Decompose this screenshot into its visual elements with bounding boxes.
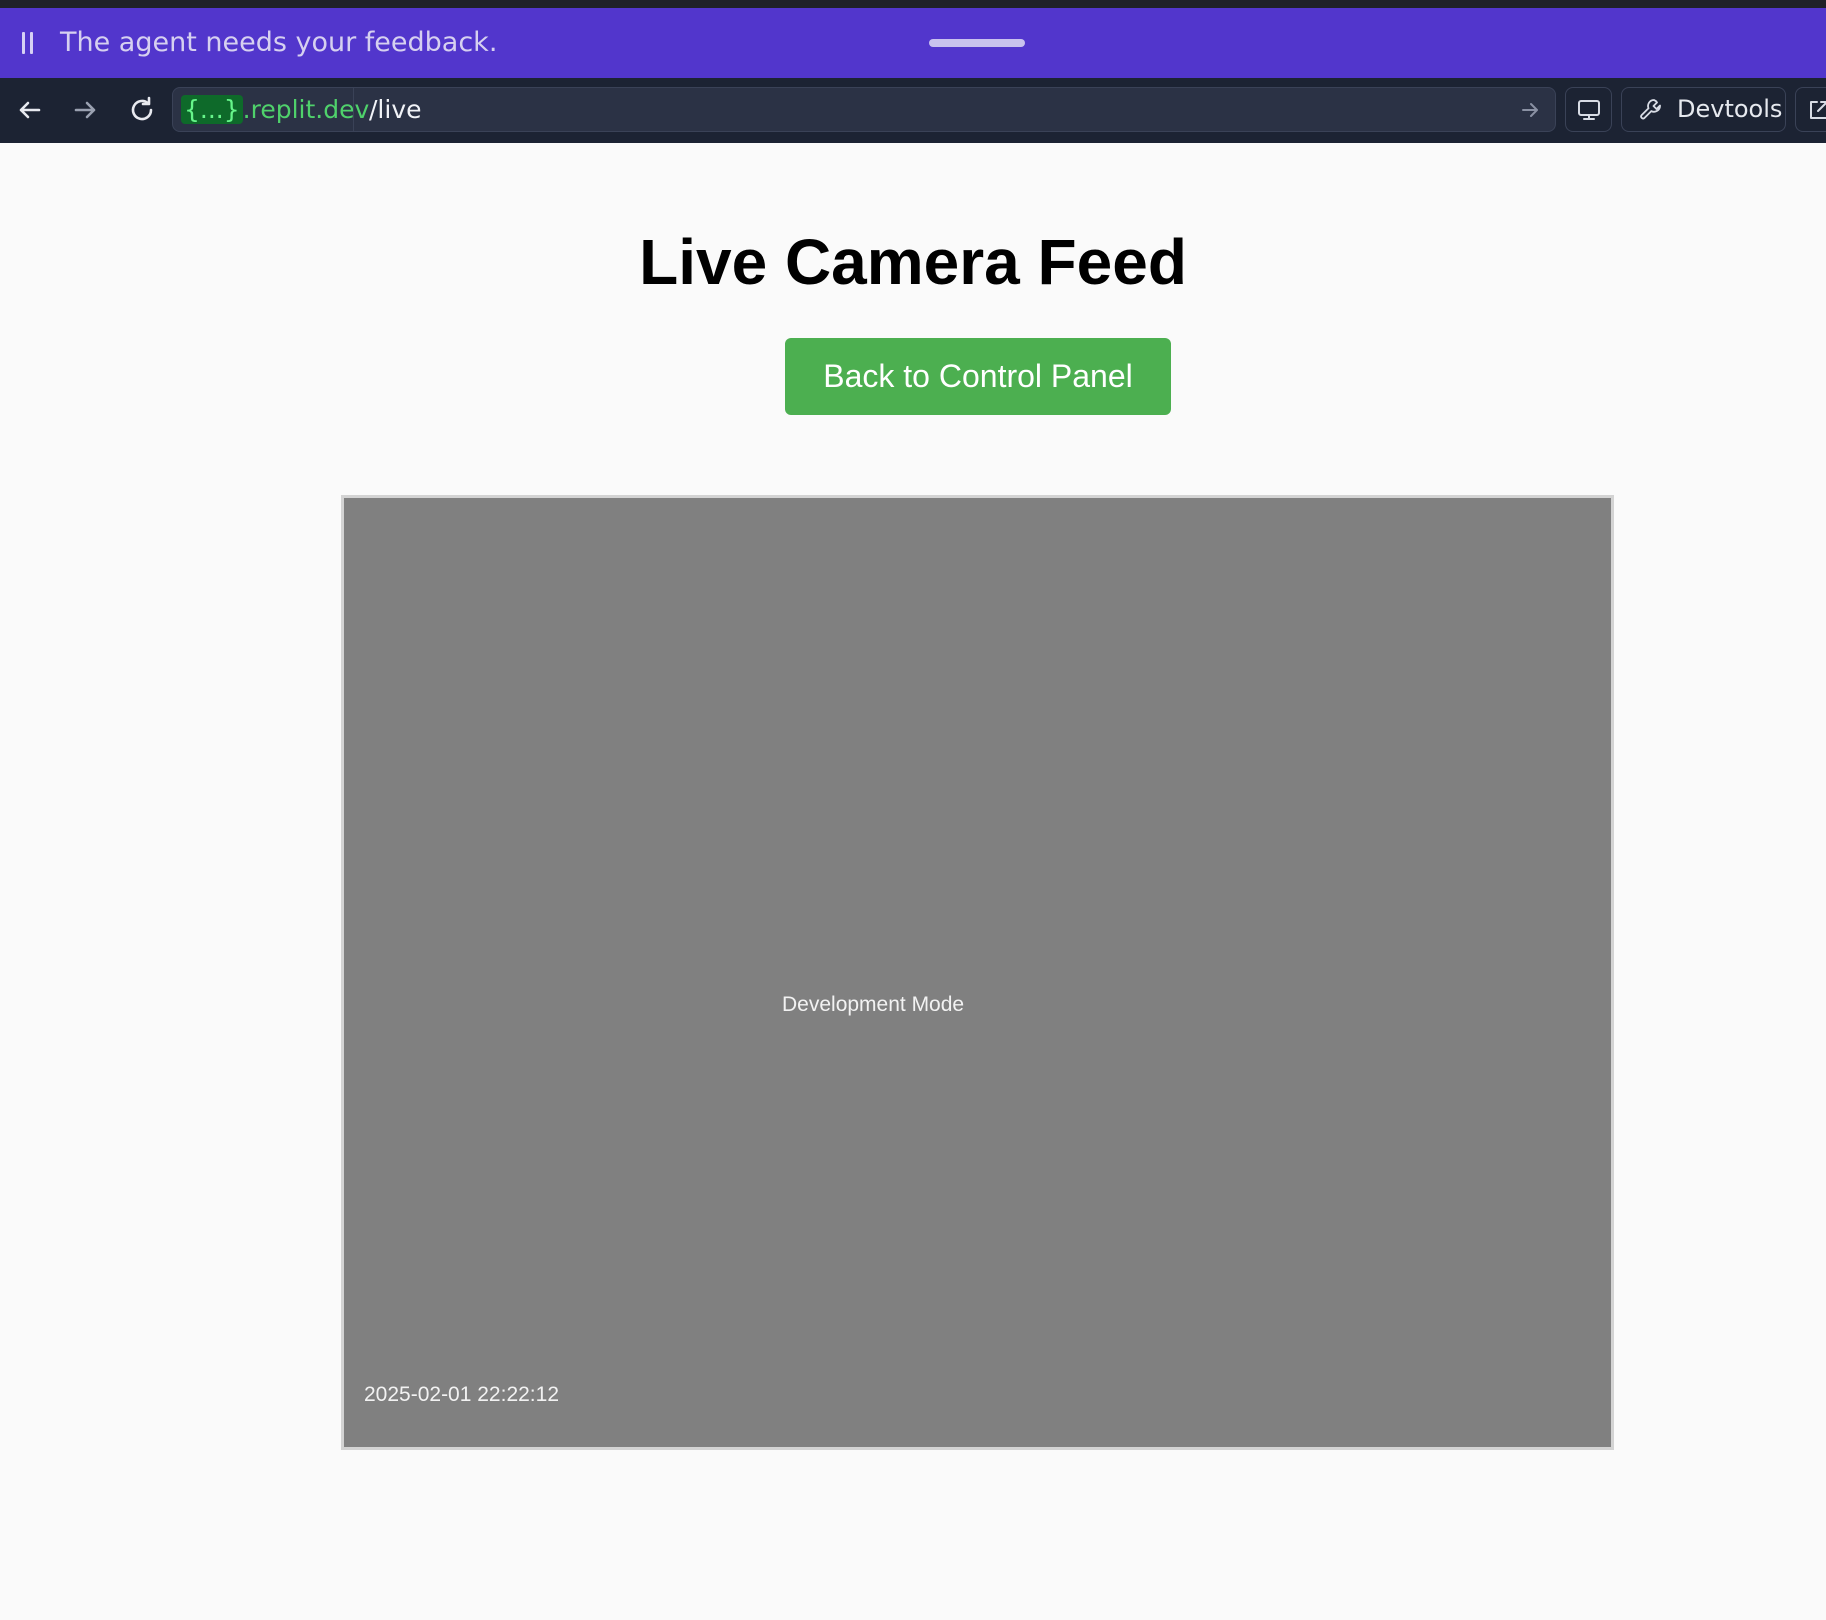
url-domain-prefix: {...}	[181, 95, 243, 124]
feed-mode-text: Development Mode	[782, 993, 965, 1016]
url-domain: {...} .replit.dev	[181, 93, 369, 126]
devtools-label: Devtools	[1677, 95, 1783, 123]
back-arrow-icon[interactable]	[12, 92, 48, 128]
back-to-control-panel-button[interactable]: Back to Control Panel	[785, 338, 1171, 415]
monitor-button[interactable]	[1565, 87, 1612, 132]
feed-timestamp: 2025-02-01 22:22:12	[364, 1383, 559, 1406]
page-title: Live Camera Feed	[639, 226, 1187, 298]
pause-icon[interactable]	[20, 32, 36, 54]
window-top-edge	[0, 0, 1826, 8]
url-separator	[353, 88, 354, 131]
wrench-icon	[1640, 99, 1661, 120]
url-bar[interactable]: {...} .replit.dev /live	[172, 87, 1556, 132]
open-external-button[interactable]	[1795, 87, 1826, 132]
url-domain-suffix: .replit.dev	[242, 95, 370, 124]
go-arrow-icon[interactable]	[1517, 97, 1543, 123]
devtools-button[interactable]: Devtools	[1621, 87, 1786, 132]
browser-toolbar: {...} .replit.dev /live Devtools	[0, 78, 1826, 143]
camera-feed: Development Mode 2025-02-01 22:22:12	[341, 495, 1614, 1450]
open-external-icon	[1810, 101, 1826, 119]
agent-feedback-bar: The agent needs your feedback.	[0, 8, 1826, 78]
url-path[interactable]: /live	[369, 93, 422, 126]
monitor-icon	[1578, 100, 1600, 120]
reload-icon[interactable]	[124, 92, 160, 128]
agent-feedback-message: The agent needs your feedback.	[60, 27, 498, 58]
drag-handle[interactable]	[929, 39, 1025, 47]
forward-arrow-icon[interactable]	[67, 92, 103, 128]
page-content: Live Camera Feed Back to Control Panel D…	[0, 143, 1826, 1620]
